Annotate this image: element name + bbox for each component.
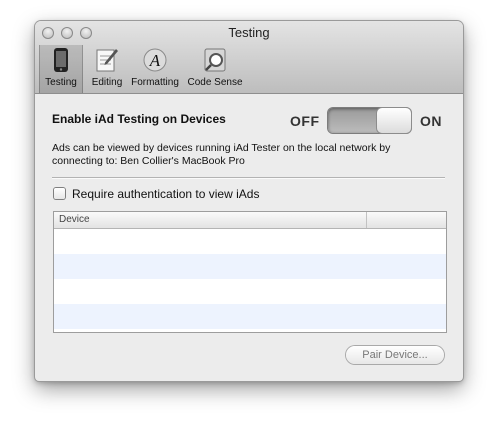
- column-header-device[interactable]: Device: [59, 214, 90, 225]
- require-auth-label[interactable]: Require authentication to view iAds: [72, 187, 259, 201]
- switch-on-label: ON: [420, 113, 442, 129]
- font-letter-icon: A: [143, 47, 167, 73]
- iphone-icon: [49, 47, 73, 73]
- iad-testing-toggle[interactable]: [328, 108, 411, 133]
- column-separator: [366, 212, 367, 228]
- require-auth-checkbox[interactable]: [54, 188, 65, 199]
- devices-table[interactable]: Device: [53, 211, 447, 333]
- toolbar-tab-label: Testing: [45, 77, 77, 88]
- toolbar-tab-label: Code Sense: [187, 77, 243, 88]
- table-row[interactable]: [54, 229, 446, 254]
- window-title: Testing: [228, 25, 270, 40]
- pair-device-button[interactable]: Pair Device...: [346, 346, 444, 364]
- switch-off-label: OFF: [290, 113, 320, 129]
- toggle-knob[interactable]: [377, 108, 411, 133]
- code-sense-icon: [203, 47, 227, 73]
- table-row[interactable]: [54, 304, 446, 329]
- toolbar-tab-editing[interactable]: Editing: [85, 47, 129, 91]
- table-row[interactable]: [54, 279, 446, 304]
- svg-text:A: A: [149, 51, 161, 70]
- table-row[interactable]: [54, 254, 446, 279]
- notepad-pencil-icon: [95, 47, 119, 73]
- divider: [52, 177, 445, 179]
- toolbar-tab-label: Editing: [91, 77, 123, 88]
- toolbar-tab-code-sense[interactable]: Code Sense: [185, 47, 245, 91]
- toolbar-tab-label: Formatting: [131, 77, 179, 88]
- toolbar-tab-testing[interactable]: Testing: [39, 45, 83, 93]
- enable-iad-heading: Enable iAd Testing on Devices: [52, 112, 226, 126]
- table-header: Device: [54, 212, 446, 229]
- toolbar-tab-formatting[interactable]: A Formatting: [129, 47, 181, 91]
- toolbar: Testing Testing Editing A Formatting Cod…: [35, 21, 463, 94]
- preferences-window: Testing Testing Editing A Formatting Cod…: [35, 21, 463, 381]
- connection-description: Ads can be viewed by devices running iAd…: [52, 142, 391, 167]
